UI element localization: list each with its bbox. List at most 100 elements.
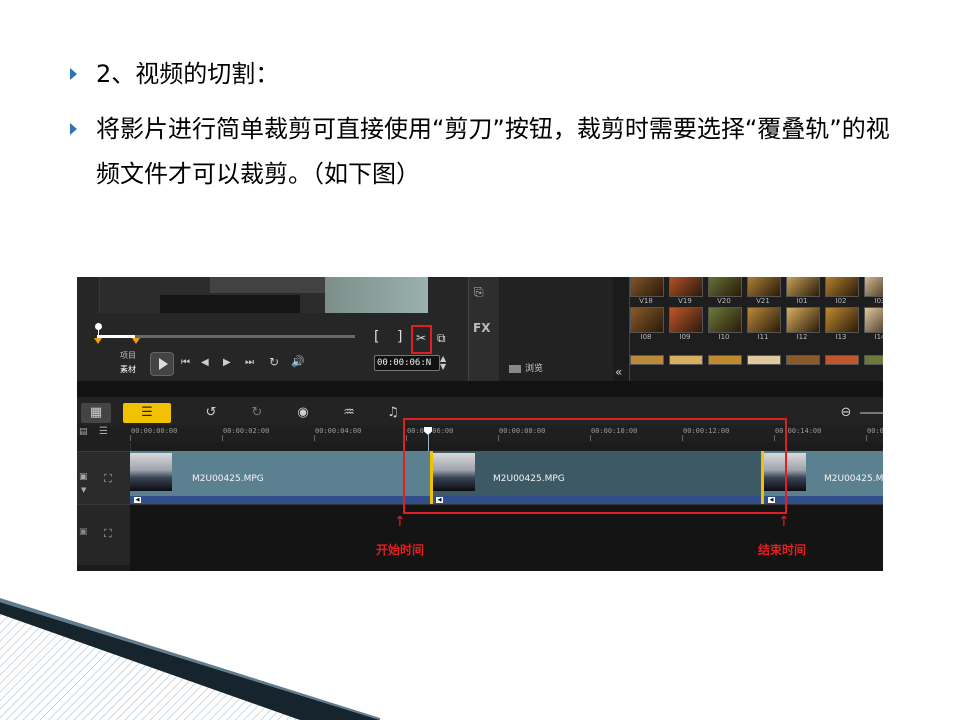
library-thumbnail[interactable] [630,355,664,365]
copy-icon: ⧉ [437,331,446,345]
library-thumbnail-label: I13 [835,333,847,341]
track-manager-icon[interactable]: ▤ [79,427,88,437]
clip-1[interactable]: M2U00425.MPG ◀ [130,451,430,504]
play-button[interactable] [150,352,174,376]
record-icon: ◉ [297,405,309,420]
storyboard-view-button[interactable]: ▦ [81,403,111,423]
library-thumbnail[interactable] [825,307,859,333]
library-thumbnail[interactable] [708,277,742,297]
track-visibility-icon[interactable]: ⛶ [104,472,112,486]
skip-end-icon: ⏭ [245,357,254,368]
waveform-icon: ♒ [343,405,355,420]
timecode-stepper[interactable]: ▲ ▼ [440,355,446,371]
timecode-value: 00:00:06: [377,358,426,368]
library-thumbnail-label: I10 [718,333,730,341]
timeline-icon: ☰ [141,405,153,420]
trim-marker-start[interactable] [94,338,102,344]
zoom-out-icon: ⊖ [840,405,852,420]
library-thumbnail-label: I12 [796,333,808,341]
decorative-corner-graphic [0,598,380,720]
timecode-display[interactable]: 00:00:06:N [374,355,440,371]
ruler-label: 00:00:00:00 [131,427,178,435]
preview-video [99,277,428,313]
library-thumbnail[interactable] [669,307,703,333]
video-track-icon[interactable]: ▣ [79,472,88,482]
library-thumbnail-label: I01 [796,297,808,305]
zoom-slider[interactable] [860,412,883,414]
panel-divider[interactable] [77,381,883,397]
track-visibility-icon[interactable]: ⛶ [104,527,112,541]
library-thumbnail-label: V19 [678,297,692,305]
ruler-tick [866,435,867,441]
start-time-label: 开始时间 [376,543,425,557]
fx-button[interactable]: FX [473,321,490,335]
library-thumbnail[interactable] [630,277,664,297]
browse-button[interactable]: 浏览 [509,361,543,374]
audio-mixer-button[interactable]: ♒ [335,403,363,423]
library-thumbnail[interactable] [747,307,781,333]
library-thumbnail[interactable] [825,355,859,365]
library-thumbnail[interactable] [669,355,703,365]
timeline-view-button[interactable]: ☰ [123,403,171,423]
library-thumbnail[interactable] [864,307,883,333]
repeat-button[interactable]: ↻ [269,355,279,369]
browse-label: 浏览 [525,364,544,374]
scrubber-stem [98,329,99,337]
library-thumbnail-label: I02 [835,297,847,305]
bullet-2: 将影片进行简单裁剪可直接使用“剪刀”按钮，裁剪时需要选择“覆叠轨”的视频文件才可… [70,107,910,197]
library-thumbnail[interactable] [786,277,820,297]
undo-button[interactable]: ↺ [197,403,225,423]
library-thumbnail[interactable] [747,277,781,297]
step-back-icon: ◀ [201,357,209,368]
scissors-button[interactable]: ✂ [411,325,432,354]
library-thumbnail[interactable] [786,355,820,365]
record-button[interactable]: ◉ [289,403,317,423]
play-icon [159,358,168,370]
trim-marker-end[interactable] [132,338,140,344]
library-thumbnail-label: V21 [756,297,770,305]
mark-out-button[interactable]: ] [397,329,402,345]
bullet-1: 2、视频的切割： [70,52,910,97]
clip-thumbnail [130,453,172,491]
library-thumbnail[interactable] [708,307,742,333]
volume-button[interactable]: 🔊 [291,355,305,368]
video-editor-screenshot: 项目 素材 ⏮ ◀ ▶ ⏭ ↻ 🔊 [ ] ✂ ⧉ 00:00:06:N ▲ ▼ … [77,277,883,571]
bullet-arrow-icon [70,68,77,80]
overlay-track-icon[interactable]: ▣ [79,527,88,537]
copy-button[interactable]: ⧉ [437,331,446,346]
scissors-icon: ✂ [416,331,427,345]
library-thumbnail[interactable] [825,277,859,297]
transitions-icon[interactable]: ⎘ [474,285,484,300]
mode-clip-label[interactable]: 素材 [120,364,136,375]
zoom-button[interactable]: ⊖ [832,403,860,423]
library-thumbnail[interactable] [669,277,703,297]
scrubber-range [97,335,135,338]
library-thumbnail[interactable] [708,355,742,365]
library-thumbnail-label: I14 [874,333,884,341]
mode-project-label[interactable]: 项目 [120,350,136,361]
library-thumbnail[interactable] [747,355,781,365]
redo-icon: ↻ [251,405,263,420]
clip-label: M2U00425.MPG [192,474,264,484]
end-button[interactable]: ⏭ [245,357,254,368]
redo-button[interactable]: ↻ [243,403,271,423]
start-arrow-icon: ↑ [394,514,406,530]
selection-highlight-box [403,418,787,514]
library-thumbnail-label: I08 [640,333,652,341]
collapse-library-button[interactable]: « [615,365,622,379]
prev-frame-button[interactable]: ◀ [201,357,209,368]
ruler-label: 00:00:04:00 [315,427,362,435]
next-frame-button[interactable]: ▶ [223,357,231,368]
library-thumbnail[interactable] [630,307,664,333]
home-button[interactable]: ⏮ [181,357,190,368]
list-icon[interactable]: ☰ [99,426,108,437]
library-thumbnail[interactable] [864,277,883,297]
library-thumbnail[interactable] [864,355,883,365]
mark-in-button[interactable]: [ [374,329,379,345]
track-area-overlay[interactable] [130,504,883,571]
repeat-icon: ↻ [269,355,280,369]
chevron-down-icon[interactable]: ▼ [81,486,86,494]
library-thumbnail[interactable] [786,307,820,333]
ruler-label: 00:00:02:00 [223,427,270,435]
skip-start-icon: ⏮ [181,357,190,368]
